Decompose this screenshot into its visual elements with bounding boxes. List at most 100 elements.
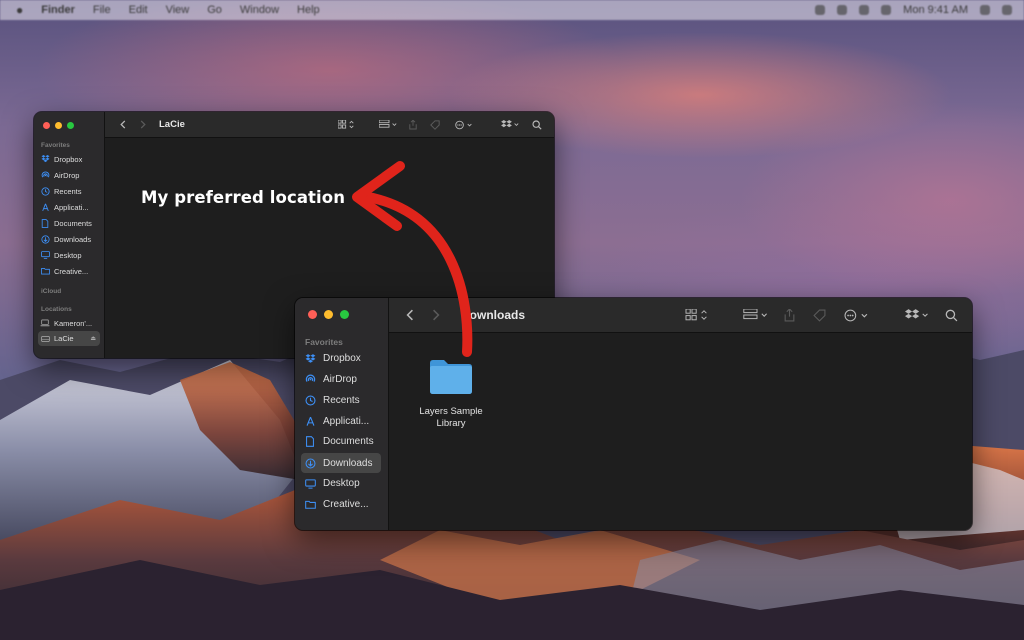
- sidebar-item-label: Creative...: [54, 266, 89, 276]
- window-title: LaCie: [159, 119, 185, 130]
- apple-icon[interactable]: ●: [16, 3, 23, 17]
- forward-button[interactable]: [429, 309, 443, 321]
- file-label-line: Layers Sample: [419, 406, 483, 417]
- sidebar-item-label: Creative...: [323, 499, 369, 510]
- sidebar-item-label: Kameron'...: [54, 318, 93, 328]
- sidebar-item-downloads[interactable]: Downloads: [301, 453, 381, 473]
- menu-file[interactable]: File: [93, 4, 111, 16]
- folder-icon: [301, 500, 319, 509]
- toolbar: LaCie: [105, 112, 554, 138]
- sidebar-item-label: LaCie: [54, 334, 74, 343]
- sidebar-item-recents[interactable]: Recents: [301, 391, 381, 410]
- tag-icon[interactable]: [428, 119, 442, 130]
- wifi-icon[interactable]: [859, 5, 870, 15]
- sidebar-item-macbook[interactable]: Kameron'...: [38, 316, 100, 330]
- sidebar-item-label: Downloads: [323, 457, 373, 469]
- window-title: Downloads: [461, 308, 526, 322]
- sidebar-item-label: Dropbox: [54, 154, 83, 164]
- sidebar-item-documents[interactable]: Documents: [38, 216, 100, 230]
- battery-icon[interactable]: [881, 5, 892, 15]
- download-icon: [301, 458, 319, 469]
- sidebar-item-creative[interactable]: Creative...: [38, 264, 100, 278]
- back-button[interactable]: [117, 120, 129, 129]
- menu-help[interactable]: Help: [297, 4, 320, 16]
- sidebar-item-dropbox[interactable]: Dropbox: [38, 152, 100, 166]
- menu-view[interactable]: View: [166, 4, 190, 16]
- menu-go[interactable]: Go: [207, 4, 222, 16]
- sidebar-item-label: AirDrop: [54, 170, 80, 180]
- toolbar: Downloads: [389, 298, 972, 333]
- menu-bar: ● Finder File Edit View Go Window Help M…: [0, 0, 1024, 20]
- dropbox-icon[interactable]: [500, 120, 522, 129]
- group-by-icon[interactable]: [378, 120, 400, 129]
- sidebar-item-label: Applicati...: [54, 202, 89, 212]
- forward-button[interactable]: [137, 120, 149, 129]
- desktop-icon: [301, 478, 319, 489]
- desktop-icon: [38, 251, 52, 259]
- file-label: Layers Sample Library: [419, 406, 482, 430]
- airdrop-icon: [38, 170, 52, 180]
- dropbox-icon[interactable]: [904, 309, 932, 321]
- sidebar-item-label: Desktop: [54, 250, 82, 260]
- sidebar-item-label: Applicati...: [323, 416, 370, 427]
- status-icon[interactable]: [837, 5, 848, 15]
- minimize-button[interactable]: [55, 122, 62, 129]
- airdrop-icon: [301, 374, 319, 385]
- drive-icon: [38, 335, 52, 343]
- sidebar-item-dropbox[interactable]: Dropbox: [301, 349, 381, 368]
- share-icon[interactable]: [780, 308, 798, 322]
- annotation-text: My preferred location: [141, 188, 346, 207]
- minimize-button[interactable]: [324, 310, 333, 319]
- view-mode-icon[interactable]: [684, 309, 712, 321]
- folder-icon: [428, 357, 474, 400]
- zoom-button[interactable]: [340, 310, 349, 319]
- sidebar-item-creative[interactable]: Creative...: [301, 495, 381, 514]
- clock-icon: [38, 186, 52, 196]
- search-icon[interactable]: [942, 309, 960, 322]
- sidebar-item-label: Desktop: [323, 478, 360, 489]
- search-icon[interactable]: [980, 5, 990, 15]
- menu-edit[interactable]: Edit: [129, 4, 148, 16]
- close-button[interactable]: [308, 310, 317, 319]
- sidebar: Favorites Dropbox AirDrop Recents Applic…: [34, 112, 105, 358]
- sidebar-item-recents[interactable]: Recents: [38, 184, 100, 198]
- menu-clock[interactable]: Mon 9:41 AM: [903, 4, 968, 16]
- menu-window[interactable]: Window: [240, 4, 279, 16]
- sidebar-item-label: Dropbox: [323, 353, 361, 364]
- sidebar-item-downloads[interactable]: Downloads: [38, 232, 100, 246]
- more-actions-icon[interactable]: [454, 120, 476, 130]
- sidebar-item-airdrop[interactable]: AirDrop: [301, 370, 381, 389]
- sidebar-item-label: Documents: [323, 436, 374, 447]
- sidebar-item-label: Documents: [54, 218, 92, 228]
- section-label-favorites: Favorites: [305, 337, 343, 347]
- laptop-icon: [38, 319, 52, 327]
- dropbox-icon: [38, 155, 52, 163]
- group-by-icon[interactable]: [742, 309, 772, 321]
- clock-icon: [301, 395, 319, 406]
- status-icon[interactable]: [815, 5, 826, 15]
- sidebar-item-airdrop[interactable]: AirDrop: [38, 168, 100, 182]
- sidebar-item-applications[interactable]: Applicati...: [38, 200, 100, 214]
- section-label-locations: Locations: [41, 306, 72, 313]
- view-mode-icon[interactable]: [336, 120, 358, 129]
- tag-icon[interactable]: [810, 309, 828, 322]
- menu-finder[interactable]: Finder: [41, 4, 75, 16]
- back-button[interactable]: [403, 309, 417, 321]
- sidebar-item-lacie[interactable]: LaCie ⏏: [38, 331, 100, 346]
- control-center-icon[interactable]: [1002, 5, 1012, 15]
- applications-icon: [38, 203, 52, 212]
- close-button[interactable]: [43, 122, 50, 129]
- applications-icon: [301, 416, 319, 427]
- sidebar-item-desktop[interactable]: Desktop: [301, 474, 381, 493]
- share-icon[interactable]: [406, 119, 420, 130]
- sidebar-item-applications[interactable]: Applicati...: [301, 412, 381, 431]
- zoom-button[interactable]: [67, 122, 74, 129]
- search-icon[interactable]: [530, 119, 544, 130]
- sidebar-item-documents[interactable]: Documents: [301, 432, 381, 451]
- more-actions-icon[interactable]: [844, 309, 872, 322]
- eject-icon[interactable]: ⏏: [90, 335, 96, 342]
- file-label-line: Library: [436, 418, 466, 429]
- file-item-layers-sample-library[interactable]: Layers Sample Library: [405, 357, 497, 430]
- file-list-area[interactable]: Layers Sample Library: [389, 333, 972, 530]
- sidebar-item-desktop[interactable]: Desktop: [38, 248, 100, 262]
